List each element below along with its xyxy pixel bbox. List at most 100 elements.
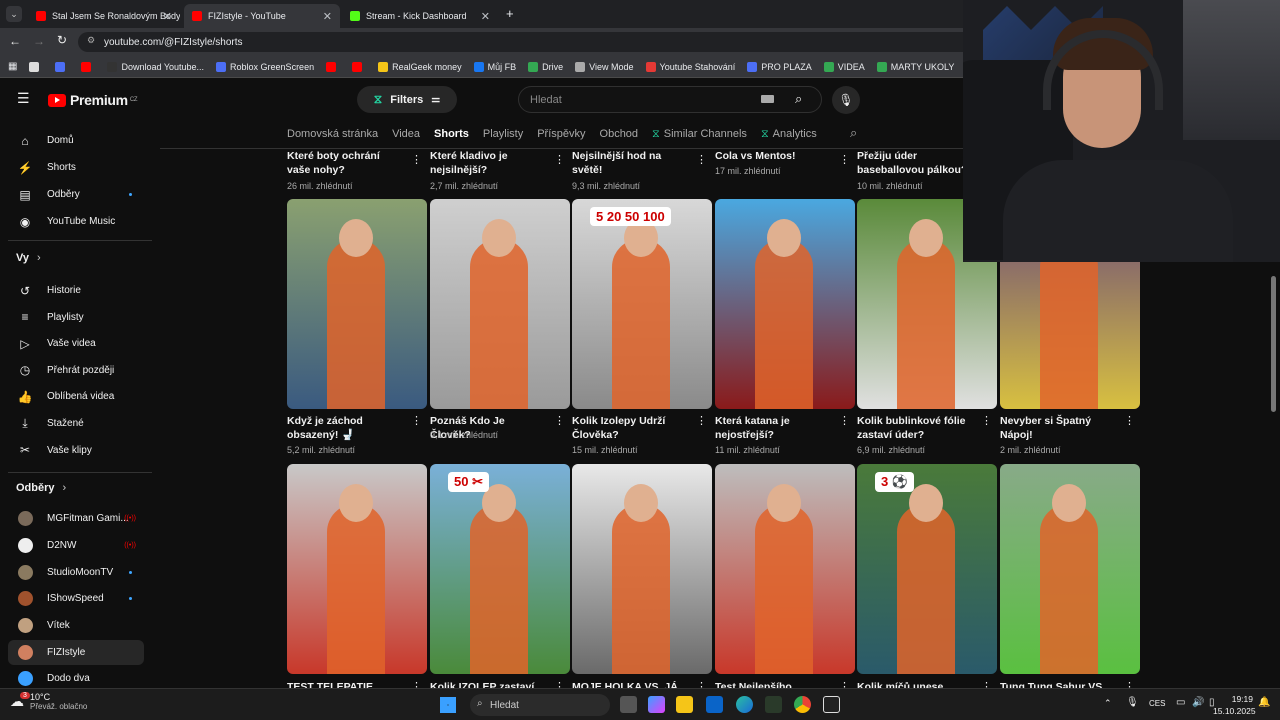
more-options-icon[interactable]: ⋮ (411, 414, 422, 427)
outlook-icon[interactable] (706, 696, 723, 713)
youtube-premium-logo[interactable]: Premium CZ (48, 92, 138, 108)
bookmark-item[interactable] (29, 61, 43, 72)
channel-tab[interactable]: Domovská stránka (287, 128, 378, 140)
chrome-icon[interactable] (794, 696, 811, 713)
copilot-icon[interactable] (648, 696, 665, 713)
hamburger-menu-icon[interactable]: ☰ (17, 90, 30, 107)
subscription-item[interactable]: StudioMoonTV (8, 560, 144, 585)
short-title[interactable]: Když je záchod obsazený! 🚽 (287, 414, 405, 442)
more-options-icon[interactable]: ⋮ (981, 414, 992, 427)
bookmark-item[interactable]: Drive (528, 61, 563, 72)
subscription-item[interactable]: MGFitman Gami... ((•)) (8, 506, 144, 531)
sidebar-item[interactable]: ◷ Přehrát později (8, 358, 144, 383)
subscriptions-section-header[interactable]: Odběry › (16, 482, 66, 494)
bookmark-item[interactable]: RealGeek money (378, 61, 462, 72)
you-section-header[interactable]: Vy › (16, 252, 41, 264)
tray-chevron-icon[interactable]: ⌃ (1104, 698, 1112, 709)
address-bar[interactable]: ⚙ youtube.com/@FIZIstyle/shorts (78, 32, 978, 52)
short-thumbnail[interactable] (287, 199, 427, 409)
channel-search-icon[interactable]: ⌕ (850, 125, 857, 141)
short-title[interactable]: Kolik bublinkové fólie zastaví úder? (857, 414, 975, 442)
channel-tab[interactable]: Videa (392, 128, 420, 140)
bookmark-item[interactable] (81, 61, 95, 72)
epic-games-icon[interactable] (823, 696, 840, 713)
more-options-icon[interactable]: ⋮ (554, 153, 565, 166)
sidebar-item[interactable]: ≡ Playlisty (8, 305, 144, 330)
channel-tab[interactable]: Příspěvky (537, 128, 585, 140)
reload-icon[interactable]: ↻ (57, 33, 67, 47)
sidebar-item[interactable]: ▤ Odběry (8, 182, 144, 207)
bookmark-item[interactable] (55, 61, 69, 72)
close-tab-icon[interactable]: ✕ (163, 10, 172, 23)
bookmark-item[interactable]: View Mode (575, 61, 634, 72)
browser-tab-2[interactable]: FIZIstyle - YouTube ✕ (184, 4, 340, 28)
task-view-icon[interactable] (620, 696, 637, 713)
volume-icon[interactable]: 🔊 (1192, 697, 1204, 708)
close-tab-icon[interactable]: ✕ (481, 10, 490, 23)
filters-button[interactable]: ⧖ Filters ⚌ (357, 86, 457, 113)
forward-arrow-icon[interactable]: → (33, 34, 45, 48)
more-options-icon[interactable]: ⋮ (696, 153, 707, 166)
bookmark-item[interactable]: Můj FB (473, 61, 516, 72)
sidebar-item[interactable]: ✂ Vaše klipy (8, 438, 144, 463)
bookmark-item[interactable]: Youtube Stahování (645, 61, 735, 72)
bookmark-item[interactable]: Download Youtube... (107, 61, 204, 72)
short-title[interactable]: Cola vs Mentos! (715, 149, 833, 163)
tray-mic-icon[interactable]: 🎙 (1126, 697, 1139, 708)
short-thumbnail[interactable] (287, 464, 427, 674)
sidebar-item[interactable]: 👍 Oblíbená videa (8, 384, 144, 409)
weather-widget[interactable]: ☁ 3 10°C Převáž. oblačno (10, 692, 87, 711)
sidebar-item[interactable]: ⤓ Stažené (8, 411, 144, 436)
channel-tab[interactable]: Obchod (600, 128, 639, 140)
subscription-item[interactable]: FIZIstyle (8, 639, 144, 665)
subscription-item[interactable]: Vítek (8, 613, 144, 638)
close-tab-icon[interactable]: ✕ (323, 10, 332, 23)
more-options-icon[interactable]: ⋮ (1124, 414, 1135, 427)
edge-icon[interactable] (736, 696, 753, 713)
sidebar-item[interactable]: ↺ Historie (8, 278, 144, 303)
channel-tab[interactable]: Analytics (773, 128, 817, 140)
search-icon[interactable]: ⌕ (795, 91, 802, 107)
page-scrollbar[interactable] (1271, 276, 1276, 412)
short-thumbnail[interactable]: 3 ⚽ (857, 464, 997, 674)
notification-bell-icon[interactable]: 🔔 (1258, 697, 1270, 708)
subscription-item[interactable]: IShowSpeed (8, 586, 144, 611)
short-thumbnail[interactable]: 5 20 50 100 (572, 199, 712, 409)
network-icon[interactable]: ▭ (1176, 697, 1185, 708)
short-thumbnail[interactable] (572, 464, 712, 674)
tab-list-chevron-icon[interactable]: ⌄ (6, 6, 22, 22)
more-options-icon[interactable]: ⋮ (839, 414, 850, 427)
taskbar-search-input[interactable]: ⌕ Hledat (470, 694, 610, 716)
channel-tab[interactable]: Similar Channels (664, 128, 747, 140)
short-title[interactable]: Které boty ochrání vaše nohy? (287, 149, 405, 177)
more-options-icon[interactable]: ⋮ (554, 414, 565, 427)
short-title[interactable]: Která katana je nejostřejší? (715, 414, 833, 442)
apps-grid-icon[interactable]: ▦ (8, 61, 17, 72)
bookmark-item[interactable] (352, 61, 366, 72)
bookmark-item[interactable]: PRO PLAZA (747, 61, 812, 72)
search-input[interactable]: Hledat ⌕ (518, 86, 822, 113)
voice-search-mic-icon[interactable]: 🎙 (832, 86, 860, 114)
subscription-item[interactable]: D2NW ((•)) (8, 533, 144, 558)
bookmark-item[interactable] (326, 61, 340, 72)
browser-tab-1[interactable]: Stal Jsem Se Ronaldovým Bodyg ✕ (28, 4, 180, 28)
sidebar-item[interactable]: ⌂ Domů (8, 128, 144, 153)
bookmark-item[interactable]: MARTY UKOLY (876, 61, 954, 72)
short-thumbnail[interactable] (715, 464, 855, 674)
more-options-icon[interactable]: ⋮ (696, 414, 707, 427)
file-explorer-icon[interactable] (676, 696, 693, 713)
short-title[interactable]: Které kladivo je nejsilnější? (430, 149, 548, 177)
taskbar-clock[interactable]: 19:19 15.10.2025 (1213, 693, 1256, 717)
channel-tab[interactable]: Playlisty (483, 128, 523, 140)
keyboard-icon[interactable] (761, 95, 774, 103)
more-options-icon[interactable]: ⋮ (411, 153, 422, 166)
channel-tab[interactable]: Shorts (434, 128, 469, 140)
short-thumbnail[interactable] (1000, 464, 1140, 674)
site-info-icon[interactable]: ⚙ (87, 35, 95, 46)
bookmark-item[interactable]: Roblox GreenScreen (216, 61, 314, 72)
short-title[interactable]: Nevyber si Špatný Nápoj! (1000, 414, 1118, 442)
short-title[interactable]: Nejsilnější hod na světě! (572, 149, 690, 177)
browser-tab-3[interactable]: Stream - Kick Dashboard ✕ (342, 4, 498, 28)
new-tab-plus-icon[interactable]: + (506, 6, 514, 21)
terminal-icon[interactable] (765, 696, 782, 713)
